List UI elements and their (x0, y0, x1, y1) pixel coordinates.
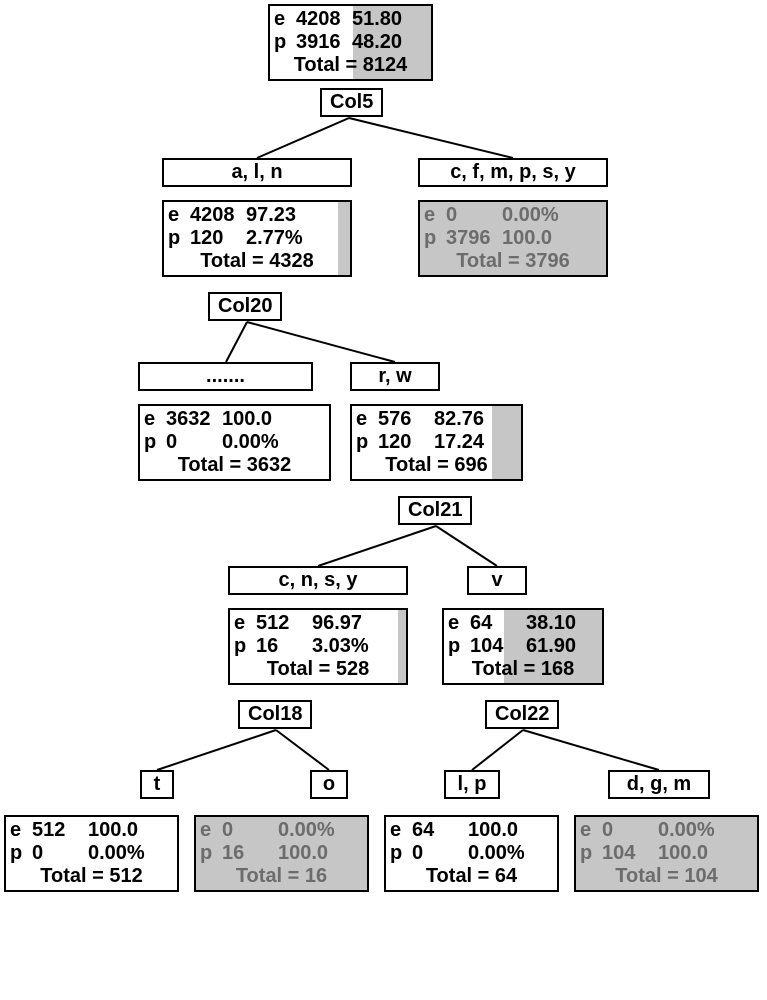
branch-t: t (140, 770, 174, 799)
branch-o: o (310, 770, 348, 799)
root-node: e420851.80 p391648.20 Total = 8124 (268, 4, 433, 81)
node-dots: e3632100.0 p00.00% Total = 3632 (138, 404, 331, 481)
node-rw: e57682.76 p12017.24 Total = 696 (350, 404, 523, 481)
split-col18: Col18 (238, 700, 312, 729)
branch-cfmpsy: c, f, m, p, s, y (418, 158, 608, 187)
node-v: e6438.10 p10461.90 Total = 168 (442, 608, 604, 685)
leaf-dgm: e00.00% p104100.0 Total = 104 (574, 815, 759, 892)
split-col5: Col5 (320, 88, 383, 117)
split-col21: Col21 (398, 496, 472, 525)
split-col22: Col22 (485, 700, 559, 729)
node-cnsy: e51296.97 p163.03% Total = 528 (228, 608, 408, 685)
branch-cnsy: c, n, s, y (228, 566, 408, 595)
node-aln: e420897.23 p1202.77% Total = 4328 (162, 200, 352, 277)
branch-v: v (467, 566, 527, 595)
branch-rw: r, w (350, 362, 440, 391)
branch-dgm: d, g, m (608, 770, 710, 799)
split-col20: Col20 (208, 292, 282, 321)
leaf-t: e512100.0 p00.00% Total = 512 (4, 815, 179, 892)
branch-lp: l, p (444, 770, 500, 799)
branch-dots: ....... (138, 362, 313, 391)
branch-aln: a, l, n (162, 158, 352, 187)
node-cfmpsy: e00.00% p3796100.0 Total = 3796 (418, 200, 608, 277)
leaf-lp: e64100.0 p00.00% Total = 64 (384, 815, 559, 892)
leaf-o: e00.00% p16100.0 Total = 16 (194, 815, 369, 892)
